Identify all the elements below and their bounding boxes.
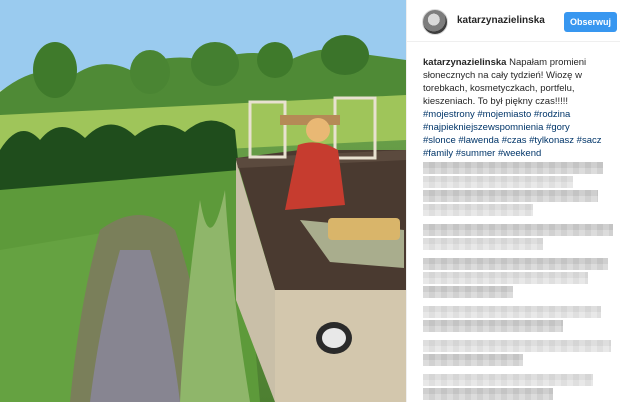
hashtag-line-3[interactable]: #slonce #lawenda #czas #tylkonasz #sacz	[423, 135, 602, 146]
caption-author[interactable]: katarzynazielinska	[423, 57, 506, 68]
blurred-comment-line	[423, 190, 598, 202]
hashtag-line-2[interactable]: #najpiekniejszewspomnienia #gory	[423, 122, 570, 133]
hashtag-line-1[interactable]: #mojestrony #mojemiasto #rodzina	[423, 109, 570, 120]
blurred-comment-line	[423, 176, 573, 188]
blurred-comment-line	[423, 306, 601, 318]
garden-terrace-photo	[0, 0, 406, 402]
blurred-comment-line	[423, 162, 603, 174]
blurred-comment-line	[423, 354, 523, 366]
blurred-comment-line	[423, 286, 513, 298]
blurred-comment-line	[423, 374, 593, 386]
post-header: katarzynazielinska Obserwuj	[407, 0, 620, 42]
post-sidebar: katarzynazielinska Obserwuj katarzynazie…	[406, 0, 620, 402]
blurred-comment-line	[423, 388, 553, 400]
post-caption: katarzynazielinska Napałam promieni słon…	[423, 56, 615, 160]
blurred-comment-line	[423, 320, 563, 332]
blurred-comments	[423, 162, 615, 402]
profile-avatar[interactable]	[422, 9, 448, 35]
blurred-comment-line	[423, 238, 543, 250]
follow-button[interactable]: Obserwuj	[564, 12, 617, 32]
blurred-comment-line	[423, 272, 588, 284]
post-photo[interactable]	[0, 0, 406, 402]
hashtag-line-4[interactable]: #family #summer #weekend	[423, 148, 541, 159]
username-link[interactable]: katarzynazielinska	[457, 15, 545, 26]
blurred-comment-line	[423, 204, 533, 216]
blurred-comment-line	[423, 340, 611, 352]
blurred-comment-line	[423, 258, 608, 270]
blurred-comment-line	[423, 224, 613, 236]
